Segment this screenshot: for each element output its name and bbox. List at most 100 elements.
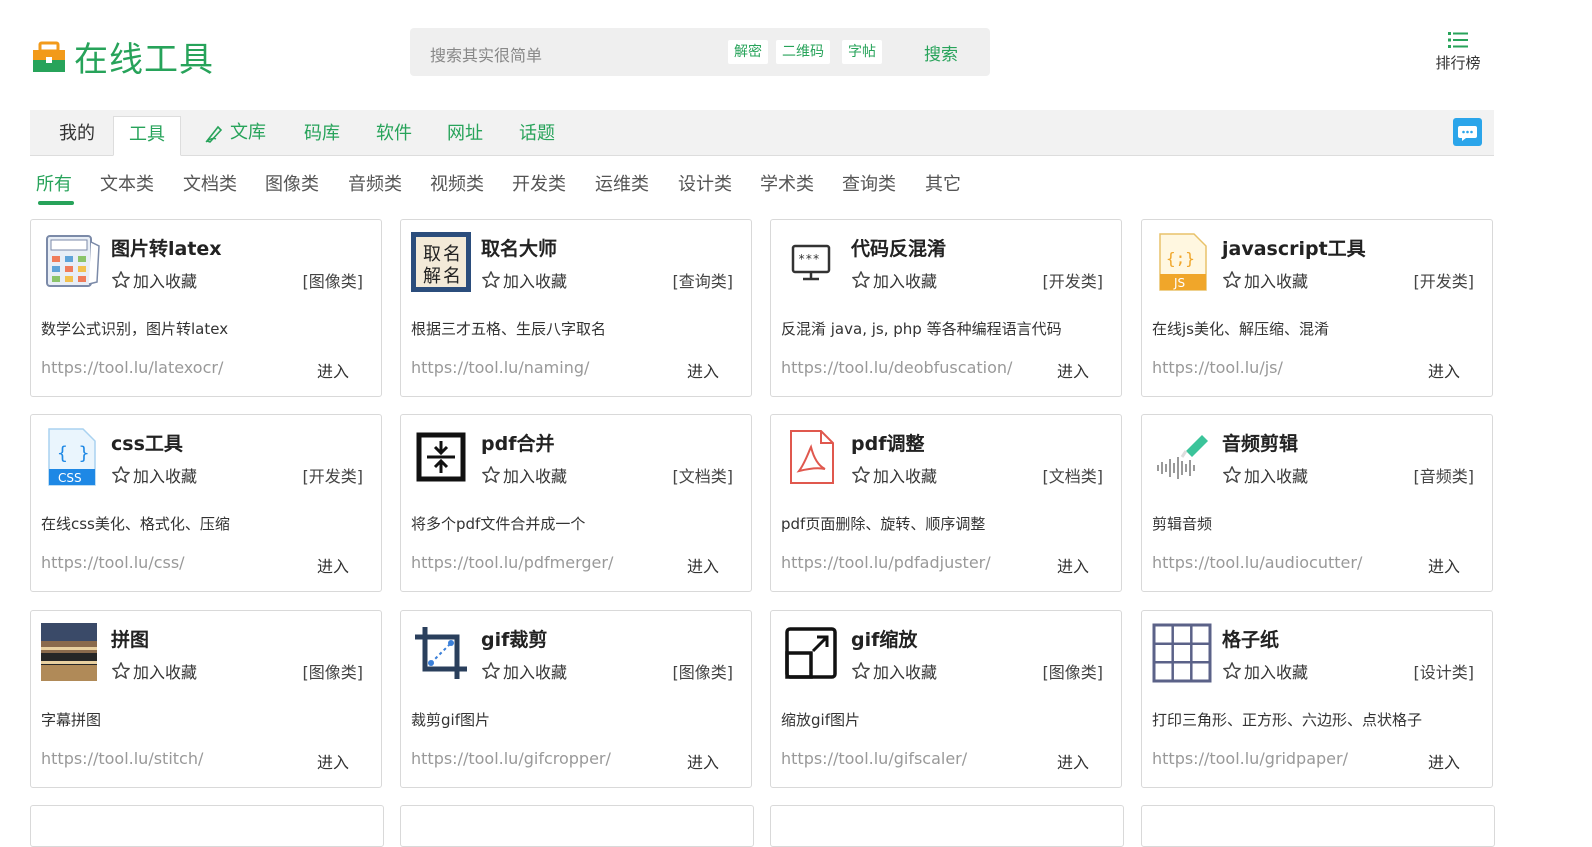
favorite-button[interactable]: 加入收藏	[1222, 463, 1308, 487]
enter-link[interactable]: 进入	[1428, 749, 1460, 773]
tab-tools[interactable]: 工具	[113, 116, 181, 156]
tool-url[interactable]: https://tool.lu/js/	[1152, 358, 1283, 377]
favorite-button[interactable]: 加入收藏	[1222, 659, 1308, 683]
tool-title[interactable]: 格子纸	[1222, 625, 1279, 652]
tool-url[interactable]: https://tool.lu/gridpaper/	[1152, 749, 1348, 768]
tool-card[interactable]: *** 代码反混淆 加入收藏 [开发类] 反混淆 java, js, php 等各种编程…	[770, 219, 1122, 397]
tool-category: [图像类]	[302, 272, 364, 291]
star-icon	[482, 662, 500, 679]
tool-url[interactable]: https://tool.lu/naming/	[411, 358, 589, 377]
tool-title[interactable]: 代码反混淆	[851, 234, 946, 261]
tool-url[interactable]: https://tool.lu/stitch/	[41, 749, 203, 768]
tool-card[interactable]: 图片转latex 加入收藏 [图像类] 数学公式识别，图片转latex https://…	[30, 219, 382, 397]
tool-url[interactable]: https://tool.lu/pdfadjuster/	[781, 553, 991, 572]
enter-link[interactable]: 进入	[1428, 553, 1460, 577]
tab-websites[interactable]: 网址	[447, 110, 483, 155]
category-design[interactable]: 设计类	[678, 170, 732, 196]
tool-card[interactable]: gif缩放 加入收藏 [图像类] 缩放gif图片 https://tool.lu/gif…	[770, 610, 1122, 788]
category-document[interactable]: 文档类	[183, 170, 237, 196]
tool-title[interactable]: pdf合并	[481, 429, 554, 456]
category-video[interactable]: 视频类	[430, 170, 484, 196]
logo-text: 在线工具	[74, 40, 214, 80]
tool-url[interactable]: https://tool.lu/gifscaler/	[781, 749, 967, 768]
tool-card[interactable]: 音频剪辑 加入收藏 [音频类] 剪辑音频 https://tool.lu/audiocu…	[1141, 414, 1493, 592]
tool-card[interactable]: 拼图 加入收藏 [图像类] 字幕拼图 https://tool.lu/stitch/进入	[30, 610, 382, 788]
search-button[interactable]: 搜索	[924, 40, 958, 65]
favorite-label: 加入收藏	[133, 663, 198, 682]
tab-software[interactable]: 软件	[376, 110, 412, 155]
tool-card[interactable]: 格子纸 加入收藏 [设计类] 打印三角形、正方形、六边形、点状格子 https://to…	[1141, 610, 1493, 788]
tool-title[interactable]: gif缩放	[851, 625, 917, 652]
star-icon	[1223, 271, 1241, 288]
merge-icon	[416, 432, 466, 482]
search-chip-decrypt[interactable]: 解密	[728, 40, 768, 64]
enter-link[interactable]: 进入	[317, 553, 349, 577]
tool-title[interactable]: css工具	[111, 429, 183, 456]
tool-url[interactable]: https://tool.lu/deobfuscation/	[781, 358, 1012, 377]
chat-button[interactable]	[1453, 118, 1482, 146]
favorite-label: 加入收藏	[133, 272, 198, 291]
tool-url[interactable]: https://tool.lu/audiocutter/	[1152, 553, 1362, 572]
pen-icon	[205, 125, 223, 143]
tool-title[interactable]: 图片转latex	[111, 234, 222, 261]
enter-link[interactable]: 进入	[1057, 553, 1089, 577]
category-academic[interactable]: 学术类	[760, 170, 814, 196]
category-other[interactable]: 其它	[925, 170, 961, 196]
enter-link[interactable]: 进入	[317, 749, 349, 773]
favorite-button[interactable]: 加入收藏	[111, 463, 197, 487]
search-chip-qrcode[interactable]: 二维码	[776, 40, 830, 64]
star-icon	[482, 466, 500, 483]
favorite-button[interactable]: 加入收藏	[481, 659, 567, 683]
tool-url[interactable]: https://tool.lu/gifcropper/	[411, 749, 611, 768]
enter-link[interactable]: 进入	[687, 749, 719, 773]
enter-link[interactable]: 进入	[1428, 358, 1460, 382]
tab-mine[interactable]: 我的	[59, 110, 95, 155]
tool-title[interactable]: pdf调整	[851, 429, 924, 456]
tool-title[interactable]: 取名大师	[481, 234, 557, 261]
favorite-button[interactable]: 加入收藏	[481, 268, 567, 292]
tool-title[interactable]: 拼图	[111, 625, 149, 652]
category-all[interactable]: 所有	[36, 170, 72, 196]
tool-url[interactable]: https://tool.lu/pdfmerger/	[411, 553, 613, 572]
tool-card[interactable]: pdf调整 加入收藏 [文档类] pdf页面删除、旋转、顺序调整 https://too…	[770, 414, 1122, 592]
favorite-button[interactable]: 加入收藏	[851, 268, 937, 292]
enter-link[interactable]: 进入	[1057, 749, 1089, 773]
tool-card[interactable]: {;} JS javascript工具 加入收藏 [开发类] 在线js美化、解压缩、混淆 h…	[1141, 219, 1493, 397]
favorite-button[interactable]: 加入收藏	[851, 659, 937, 683]
site-logo[interactable]: 在线工具	[32, 32, 214, 81]
tool-title[interactable]: gif裁剪	[481, 625, 547, 652]
enter-link[interactable]: 进入	[687, 358, 719, 382]
tool-url[interactable]: https://tool.lu/css/	[41, 553, 185, 572]
tool-card[interactable]: { } CSS css工具 加入收藏 [开发类] 在线css美化、格式化、压缩 https:…	[30, 414, 382, 592]
enter-link[interactable]: 进入	[317, 358, 349, 382]
favorite-label: 加入收藏	[1244, 272, 1309, 291]
category-text[interactable]: 文本类	[100, 170, 154, 196]
favorite-button[interactable]: 加入收藏	[1222, 268, 1308, 292]
tab-library[interactable]: 文库	[204, 110, 266, 155]
category-image[interactable]: 图像类	[265, 170, 319, 196]
favorite-button[interactable]: 加入收藏	[111, 659, 197, 683]
ranking-button[interactable]: 排行榜	[1430, 30, 1486, 73]
tab-topics[interactable]: 话题	[519, 110, 555, 155]
favorite-button[interactable]: 加入收藏	[481, 463, 567, 487]
favorite-button[interactable]: 加入收藏	[111, 268, 197, 292]
enter-link[interactable]: 进入	[1057, 358, 1089, 382]
svg-text:名: 名	[443, 266, 461, 287]
star-icon	[1223, 662, 1241, 679]
category-query[interactable]: 查询类	[842, 170, 896, 196]
favorite-button[interactable]: 加入收藏	[851, 463, 937, 487]
search-input[interactable]: 搜索其实很简单	[430, 42, 542, 66]
search-chip-copybook[interactable]: 字帖	[842, 40, 882, 64]
category-audio[interactable]: 音频类	[348, 170, 402, 196]
tool-title[interactable]: javascript工具	[1222, 234, 1366, 261]
tool-url[interactable]: https://tool.lu/latexocr/	[41, 358, 223, 377]
category-ops[interactable]: 运维类	[595, 170, 649, 196]
tool-title[interactable]: 音频剪辑	[1222, 429, 1298, 456]
category-dev[interactable]: 开发类	[512, 170, 566, 196]
tab-code[interactable]: 码库	[304, 110, 340, 155]
enter-link[interactable]: 进入	[687, 553, 719, 577]
tool-card[interactable]: 取名解名取名大师 加入收藏 [查询类] 根据三才五格、生辰八字取名 https://to…	[400, 219, 752, 397]
tool-card[interactable]: gif裁剪 加入收藏 [图像类] 裁剪gif图片 https://tool.lu/gif…	[400, 610, 752, 788]
tool-card[interactable]: pdf合并 加入收藏 [文档类] 将多个pdf文件合并成一个 https://tool.…	[400, 414, 752, 592]
favorite-label: 加入收藏	[873, 663, 938, 682]
